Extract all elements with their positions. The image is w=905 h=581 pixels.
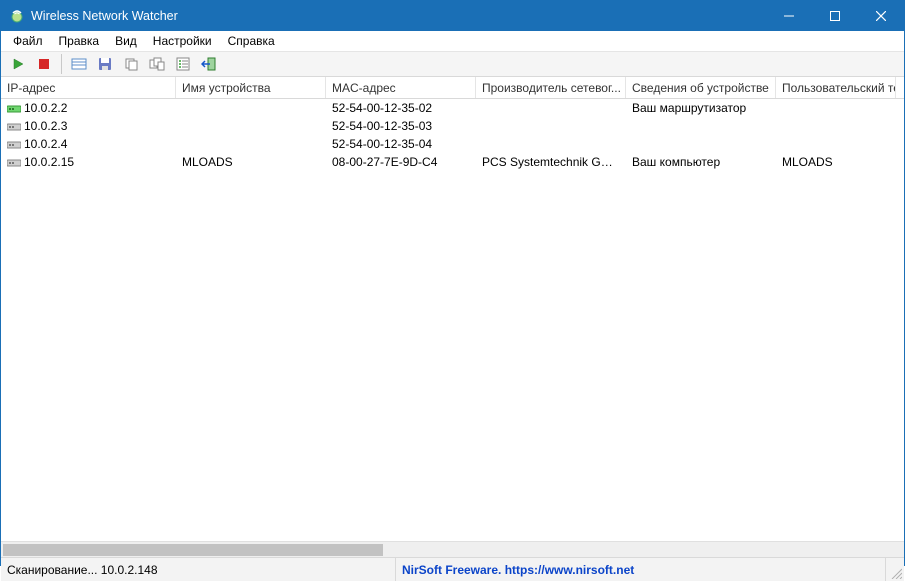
cell-mac: 52-54-00-12-35-04 [326,137,476,151]
cell-mac: 52-54-00-12-35-03 [326,119,476,133]
column-header-info[interactable]: Сведения об устройстве [626,77,776,98]
play-icon[interactable] [7,53,29,75]
cell-user: MLOADS [776,155,896,169]
resize-grip[interactable] [886,558,904,581]
cell-ip: 10.0.2.15 [24,155,74,169]
nirsoft-link[interactable]: NirSoft Freeware. https://www.nirsoft.ne… [402,563,634,577]
column-header-name[interactable]: Имя устройства [176,77,326,98]
column-header-vendor[interactable]: Производитель сетевог... [476,77,626,98]
column-headers: IP-адрес Имя устройства MAC-адрес Произв… [1,77,904,99]
toolbar-separator [61,54,62,74]
rows-container: 10.0.2.2 52-54-00-12-35-02 Ваш маршрутиз… [1,99,904,171]
menubar: Файл Правка Вид Настройки Справка [1,31,904,51]
cell-name: MLOADS [176,155,326,169]
cell-mac: 52-54-00-12-35-02 [326,101,476,115]
device-icon [7,157,21,168]
horizontal-scrollbar[interactable] [1,541,904,557]
exit-icon[interactable] [198,53,220,75]
table-row[interactable]: 10.0.2.3 52-54-00-12-35-03 [1,117,904,135]
device-icon [7,103,21,114]
close-button[interactable] [858,1,904,31]
menu-view[interactable]: Вид [107,33,145,49]
cell-vendor: PCS Systemtechnik Gm... [476,155,626,169]
window-title: Wireless Network Watcher [31,9,178,23]
scrollbar-thumb[interactable] [3,544,383,556]
maximize-button[interactable] [812,1,858,31]
save-icon[interactable] [94,53,116,75]
table-row[interactable]: 10.0.2.15 MLOADS 08-00-27-7E-9D-C4 PCS S… [1,153,904,171]
stop-icon[interactable] [33,53,55,75]
cell-ip: 10.0.2.2 [24,101,67,115]
table-row[interactable]: 10.0.2.2 52-54-00-12-35-02 Ваш маршрутиз… [1,99,904,117]
column-header-mac[interactable]: MAC-адрес [326,77,476,98]
listview: IP-адрес Имя устройства MAC-адрес Произв… [1,77,904,541]
minimize-button[interactable] [766,1,812,31]
properties-icon[interactable] [68,53,90,75]
menu-file[interactable]: Файл [5,33,51,49]
cell-mac: 08-00-27-7E-9D-C4 [326,155,476,169]
copy-icon[interactable] [120,53,142,75]
options-icon[interactable] [172,53,194,75]
menu-edit[interactable]: Правка [51,33,108,49]
app-icon [9,8,25,24]
cell-ip: 10.0.2.3 [24,119,67,133]
menu-settings[interactable]: Настройки [145,33,220,49]
cell-ip: 10.0.2.4 [24,137,67,151]
cell-info: Ваш компьютер [626,155,776,169]
status-link-pane: NirSoft Freeware. https://www.nirsoft.ne… [396,558,886,581]
device-icon [7,139,21,150]
table-row[interactable]: 10.0.2.4 52-54-00-12-35-04 [1,135,904,153]
cell-info: Ваш маршрутизатор [626,101,776,115]
status-scan-text: Сканирование... 10.0.2.148 [1,558,396,581]
statusbar: Сканирование... 10.0.2.148 NirSoft Freew… [1,557,904,581]
column-header-user[interactable]: Пользовательский текст [776,77,896,98]
toolbar [1,51,904,77]
copy-multi-icon[interactable] [146,53,168,75]
titlebar[interactable]: Wireless Network Watcher [1,1,904,31]
device-icon [7,121,21,132]
menu-help[interactable]: Справка [220,33,283,49]
column-header-ip[interactable]: IP-адрес [1,77,176,98]
